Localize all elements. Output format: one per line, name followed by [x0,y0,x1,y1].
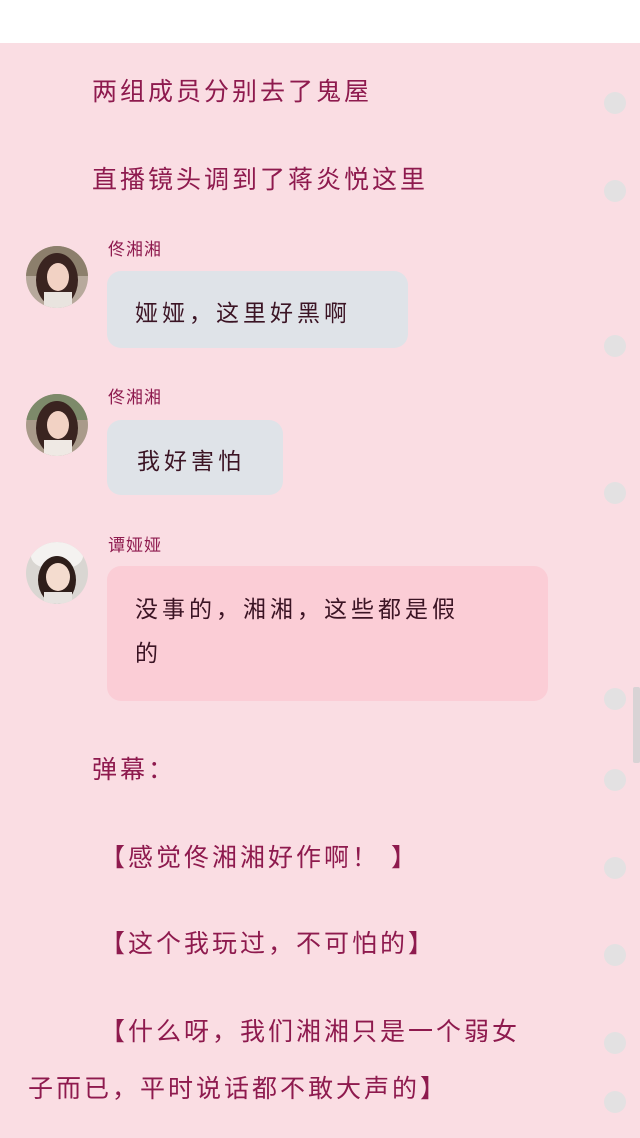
sender-name: 谭娅娅 [108,536,162,556]
girl-avatar-icon[interactable] [26,542,88,604]
message-text-line-2: 的 [135,641,162,667]
sender-name: 佟湘湘 [108,240,162,260]
girl-avatar-icon[interactable] [26,246,88,308]
page-indicator-dot [604,769,626,791]
danmaku-label: 弹幕： [92,755,177,784]
message-bubble: 没事的，湘湘，这些都是假 的 [107,566,548,701]
narration-line-1: 两组成员分别去了鬼屋 [92,77,373,106]
message-text: 娅娅，这里好黑啊 [135,301,351,327]
page-indicator-dot [604,92,626,114]
message-bubble: 娅娅，这里好黑啊 [107,271,408,348]
page-indicator-dot [604,944,626,966]
message-text: 我好害怕 [137,449,245,475]
page-indicator-dot [604,1091,626,1113]
page-indicator-dot [604,688,626,710]
danmaku-comment: 【什么呀，我们湘湘只是一个弱女 [100,1017,521,1046]
page-indicator-dot [604,180,626,202]
danmaku-comment-continued: 子而已，平时说话都不敢大声的】 [28,1074,449,1103]
narration-line-2: 直播镜头调到了蒋炎悦这里 [92,165,429,194]
page-indicator-dot [604,335,626,357]
page-indicator-dot [604,1032,626,1054]
danmaku-comment: 【这个我玩过，不可怕的】 [100,929,437,958]
message-text-line-1: 没事的，湘湘，这些都是假 [135,597,459,623]
scrollbar[interactable] [633,687,640,763]
page-indicator-dot [604,857,626,879]
page-indicator-dot [604,482,626,504]
message-bubble: 我好害怕 [107,420,283,495]
danmaku-comment: 【感觉佟湘湘好作啊！ 】 [100,843,419,872]
girl-avatar-icon[interactable] [26,394,88,456]
sender-name: 佟湘湘 [108,388,162,408]
